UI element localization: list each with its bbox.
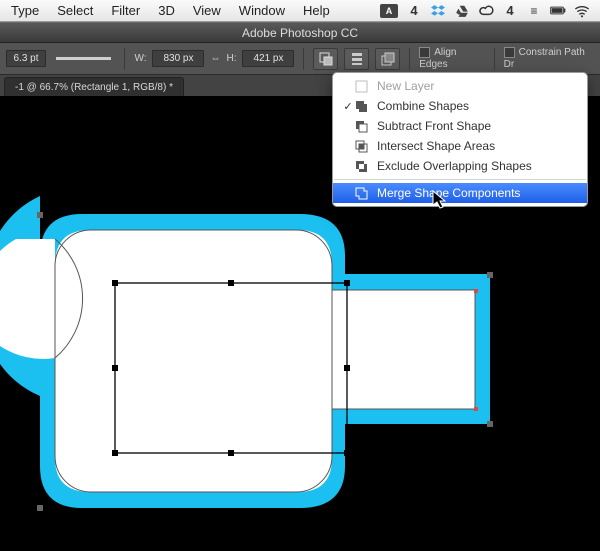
wifi-icon[interactable] (574, 3, 590, 19)
selection-handle[interactable] (112, 365, 118, 371)
options-bar: 6.3 pt W: 830 px ⇔ H: 421 px Align Edges… (0, 43, 600, 75)
selection-handle[interactable] (344, 450, 350, 456)
menu-filter[interactable]: Filter (102, 0, 149, 21)
bounds-handle[interactable] (487, 421, 493, 427)
tray-count-icon: 4 (502, 3, 518, 19)
bounds-handle[interactable] (487, 272, 493, 278)
combine-shapes-icon (355, 100, 371, 113)
battery-icon[interactable] (550, 3, 566, 19)
menu-tray: A 4 4 ≡ (380, 3, 598, 19)
adobe-logo-icon: A (380, 4, 398, 18)
menu-merge-shape-components[interactable]: Merge Shape Components (333, 183, 587, 203)
menu-view[interactable]: View (184, 0, 230, 21)
google-drive-icon[interactable] (454, 3, 470, 19)
stroke-style-preview[interactable] (56, 57, 111, 60)
menu-help[interactable]: Help (294, 0, 339, 21)
width-input[interactable]: 830 px (152, 50, 204, 67)
path-arrangement-button[interactable] (375, 48, 400, 70)
intersect-shape-icon (355, 140, 371, 153)
subtract-shape-icon (355, 120, 371, 133)
menu-separator (334, 179, 586, 180)
path-operations-menu: New Layer ✓ Combine Shapes Subtract Fron… (332, 72, 588, 207)
selection-handle[interactable] (344, 280, 350, 286)
align-edges-checkbox[interactable]: Align Edges (419, 47, 484, 69)
menu-type[interactable]: Type (2, 0, 48, 21)
selection-handle[interactable] (344, 365, 350, 371)
constrain-checkbox[interactable]: Constrain Path Dr (504, 47, 594, 69)
selection-handle[interactable] (228, 280, 234, 286)
menu-3d[interactable]: 3D (149, 0, 184, 21)
link-wh-icon[interactable]: ⇔ (210, 53, 220, 64)
selection-handle[interactable] (112, 450, 118, 456)
document-tab[interactable]: -1 @ 66.7% (Rectangle 1, RGB/8) * (4, 77, 184, 96)
menu-extra-icon[interactable]: ≡ (526, 3, 542, 19)
selection-handle[interactable] (228, 450, 234, 456)
dropbox-icon[interactable] (430, 3, 446, 19)
menu-subtract-front-shape[interactable]: Subtract Front Shape (333, 116, 587, 136)
bounds-handle[interactable] (37, 212, 43, 218)
mac-menu-bar: Type Select Filter 3D View Window Help A… (0, 0, 600, 22)
menu-exclude-overlapping-shapes[interactable]: Exclude Overlapping Shapes (333, 156, 587, 176)
width-label: W: (134, 53, 146, 64)
new-layer-icon (355, 80, 371, 93)
app-title: Adobe Photoshop CC (242, 26, 358, 40)
check-icon: ✓ (341, 100, 355, 113)
path-operations-button[interactable] (313, 48, 338, 70)
path-alignment-button[interactable] (344, 48, 369, 70)
exclude-shape-icon (355, 160, 371, 173)
stroke-weight-input[interactable]: 6.3 pt (6, 50, 46, 67)
notifications-icon[interactable]: 4 (406, 3, 422, 19)
menu-window[interactable]: Window (230, 0, 294, 21)
height-label: H: (226, 53, 236, 64)
bounds-handle[interactable] (37, 505, 43, 511)
selection-handle[interactable] (112, 280, 118, 286)
menu-combine-shapes[interactable]: ✓ Combine Shapes (333, 96, 587, 116)
menu-intersect-shape-areas[interactable]: Intersect Shape Areas (333, 136, 587, 156)
creative-cloud-icon[interactable] (478, 3, 494, 19)
menu-new-layer: New Layer (333, 76, 587, 96)
app-title-bar: Adobe Photoshop CC (0, 22, 600, 43)
menu-select[interactable]: Select (48, 0, 102, 21)
anchor-point[interactable] (474, 289, 478, 293)
height-input[interactable]: 421 px (242, 50, 294, 67)
anchor-point[interactable] (474, 407, 478, 411)
cursor-icon (432, 190, 448, 210)
merge-shape-icon (355, 187, 371, 200)
